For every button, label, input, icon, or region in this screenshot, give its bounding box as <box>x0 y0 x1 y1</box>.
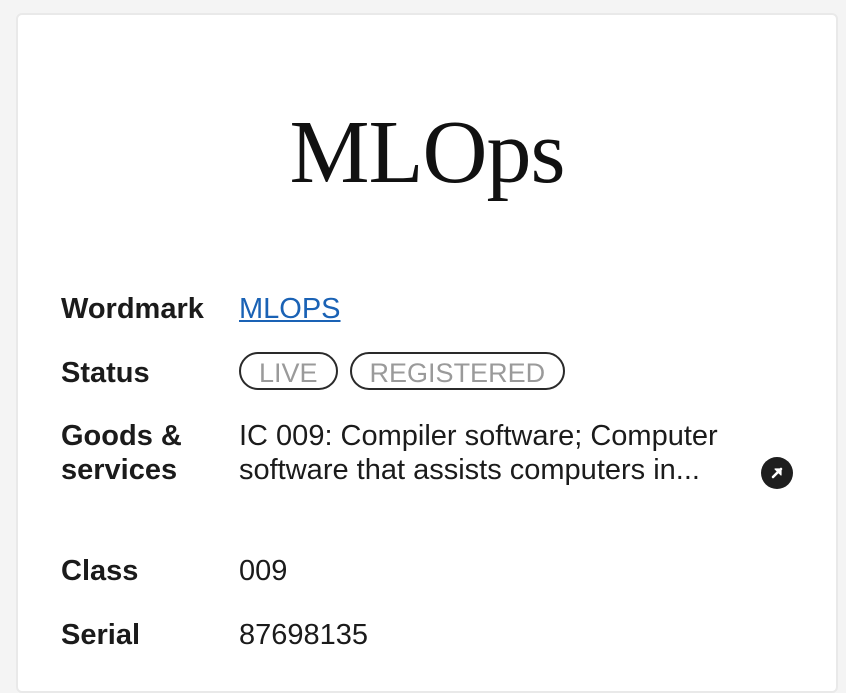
wordmark-link[interactable]: MLOPS <box>239 293 341 325</box>
status-badge-registered: REGISTERED <box>349 352 566 390</box>
serial-value: 87698135 <box>239 619 369 651</box>
wordmark-row: Wordmark MLOPS <box>61 292 806 326</box>
status-label: Status <box>61 357 150 389</box>
status-row: Status LIVE REGISTERED <box>61 352 806 390</box>
class-row: Class 009 <box>61 554 806 588</box>
status-badge-live: LIVE <box>239 352 338 390</box>
mark-image: MLOps <box>289 103 565 202</box>
class-value: 009 <box>239 555 288 587</box>
serial-label: Serial <box>61 619 140 651</box>
wordmark-label: Wordmark <box>61 293 204 325</box>
trademark-card: MLOps Wordmark MLOPS Status LIVE REGISTER… <box>16 13 838 693</box>
class-label: Class <box>61 555 139 587</box>
goods-services-row: Goods & services IC 009: Compiler softwa… <box>61 419 806 489</box>
goods-services-value: IC 009: Compiler software; Computer soft… <box>239 420 718 486</box>
serial-row: Serial 87698135 <box>61 618 806 652</box>
goods-services-label: Goods & services <box>61 420 182 486</box>
arrow-up-right-icon[interactable] <box>761 457 793 489</box>
